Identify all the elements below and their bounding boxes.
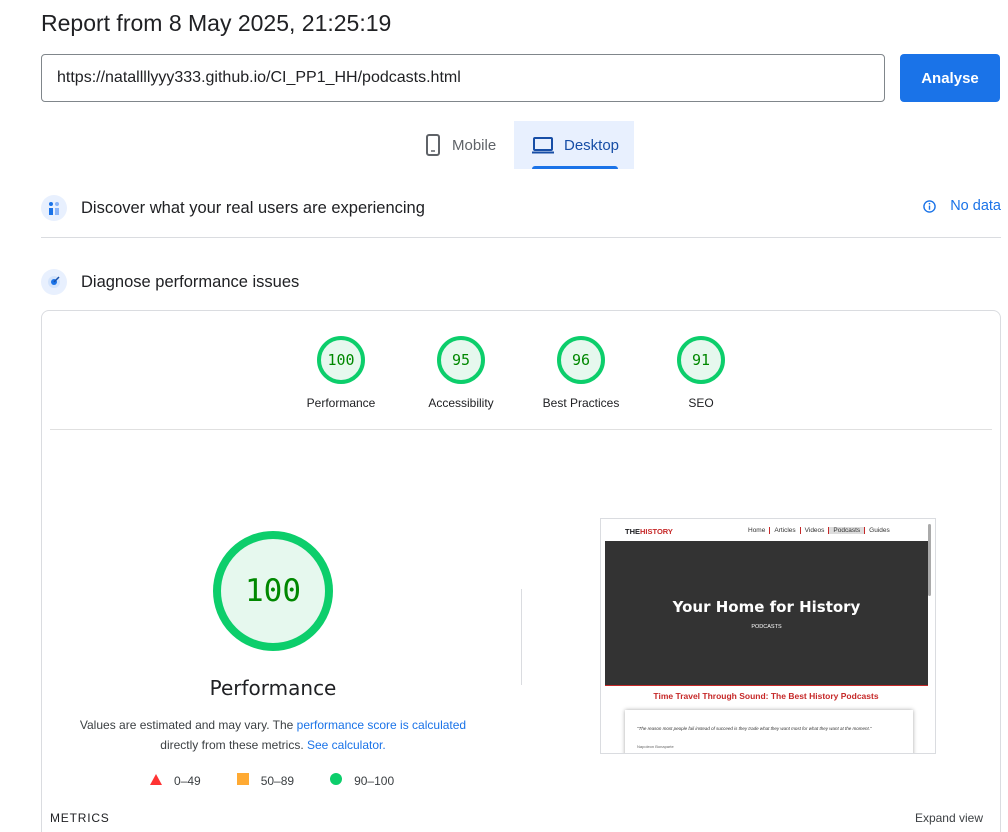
legend-fail-range: 0–49 [174, 773, 201, 788]
page-screenshot-thumbnail[interactable]: THEHISTORY Home Articles Videos Podcasts… [600, 518, 936, 754]
logo-prefix: THE [625, 527, 640, 536]
note-text-2: directly from these metrics. [160, 738, 307, 752]
performance-main-gauge: 100 [213, 531, 333, 651]
legend-pass: 90–100 [330, 773, 394, 788]
crux-title: Discover what your real users are experi… [81, 198, 425, 217]
site-nav-guides: Guides [869, 527, 890, 534]
site-nav-podcasts: Podcasts [829, 527, 866, 534]
legend-average: 50–89 [236, 773, 295, 788]
score-value: 91 [677, 336, 725, 384]
site-nav: Home Articles Videos Podcasts Guides [744, 527, 894, 534]
circle-icon [330, 773, 343, 788]
score-value: 100 [317, 336, 365, 384]
score-label: SEO [688, 396, 714, 410]
score-legend: 0–49 50–89 90–100 [150, 773, 430, 788]
see-calculator-link[interactable]: See calculator. [307, 738, 386, 752]
site-nav-articles: Articles [770, 527, 801, 534]
square-icon [236, 773, 249, 788]
site-nav-home: Home [744, 527, 771, 534]
tab-desktop-label: Desktop [564, 136, 620, 154]
card-divider [50, 429, 992, 430]
crux-section: Discover what your real users are experi… [41, 193, 1001, 223]
tab-desktop[interactable]: Desktop [514, 121, 634, 169]
no-data-link[interactable]: No data [923, 198, 1001, 214]
legend-fail: 0–49 [150, 773, 201, 788]
note-text-1: Values are estimated and may vary. The [79, 718, 297, 732]
report-title: Report from 8 May 2025, 21:25:19 [41, 10, 392, 36]
tab-mobile-label: Mobile [452, 136, 497, 154]
no-data-label: No data [950, 198, 1001, 214]
site-quote-card: "The reason most people fail instead of … [625, 710, 913, 753]
score-label: Performance [306, 396, 376, 410]
analyse-button[interactable]: Analyse [900, 54, 1000, 102]
mobile-icon [426, 134, 440, 156]
url-input[interactable] [41, 54, 885, 102]
info-icon [923, 199, 936, 213]
site-scrollbar [928, 524, 931, 596]
triangle-icon [150, 773, 162, 788]
score-value: 95 [437, 336, 485, 384]
diagnostics-card: 100 Performance 95 Accessibility 96 Best… [41, 310, 1001, 832]
site-nav-videos: Videos [801, 527, 830, 534]
site-divider [605, 685, 928, 686]
section-divider [41, 237, 1001, 238]
score-calculated-link[interactable]: performance score is calculated [297, 718, 466, 732]
site-section-heading: Time Travel Through Sound: The Best Hist… [653, 691, 879, 701]
score-gauge-best-practices[interactable]: 96 Best Practices [521, 336, 641, 410]
diagnose-section: Diagnose performance issues [41, 267, 1001, 297]
site-hero-title: Your Home for History [672, 598, 861, 616]
vertical-divider [521, 589, 522, 685]
expand-view-button[interactable]: Expand view [915, 811, 983, 825]
score-label: Accessibility [428, 396, 494, 410]
users-chart-icon [41, 195, 67, 221]
metrics-heading: METRICS [50, 811, 110, 825]
score-gauge-accessibility[interactable]: 95 Accessibility [401, 336, 521, 410]
score-label: Best Practices [542, 396, 620, 410]
site-quote-author: Napoleon Bonaparte [637, 744, 674, 749]
legend-pass-range: 90–100 [354, 773, 395, 788]
diagnose-title: Diagnose performance issues [81, 272, 300, 291]
site-hero: Your Home for History PODCASTS [605, 541, 928, 685]
logo-highlight: HISTORY [640, 527, 673, 536]
legend-average-range: 50–89 [260, 773, 295, 788]
desktop-icon [532, 137, 554, 154]
site-logo: THEHISTORY [625, 527, 673, 536]
score-note: Values are estimated and may vary. The p… [73, 715, 473, 755]
score-gauge-performance[interactable]: 100 Performance [281, 336, 401, 410]
tab-mobile[interactable]: Mobile [418, 121, 514, 169]
site-quote-text: "The reason most people fail instead of … [637, 726, 872, 731]
score-value: 96 [557, 336, 605, 384]
performance-main-label: Performance [209, 676, 337, 700]
site-hero-subtitle: PODCASTS [751, 624, 782, 630]
lighthouse-icon [41, 269, 67, 295]
score-gauge-seo[interactable]: 91 SEO [641, 336, 761, 410]
